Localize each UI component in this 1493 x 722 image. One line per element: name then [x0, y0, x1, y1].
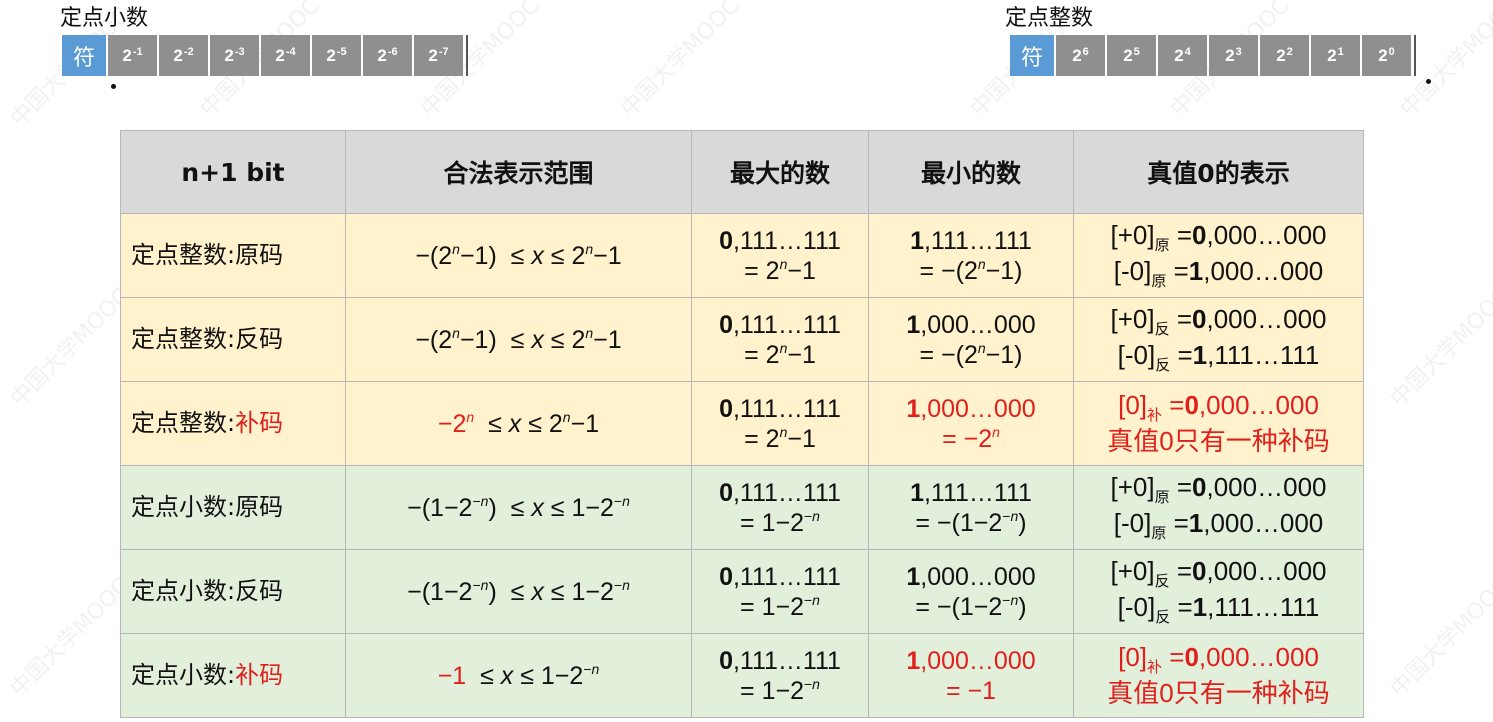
max-cell: 0,111…111 = 2n−1 [691, 297, 869, 382]
table-row: 定点小数:补码 −1 ≤ x ≤ 1−2−n 0,111…111 = 1−2−n … [120, 633, 1364, 718]
header-max: 最大的数 [691, 130, 869, 214]
bit-cell: 23 [1209, 35, 1258, 76]
row-label: 定点小数:原码 [120, 465, 346, 550]
max-cell: 0,111…111 = 2n−1 [691, 213, 869, 298]
zero-cell: [+0]原 =0,000…000 [-0]原 =1,000…000 [1073, 213, 1364, 298]
range-cell: −(1−2−n) ≤ x ≤ 1−2−n [345, 549, 692, 634]
fixed-fraction-bit-layout: 符 2 -1 2 -2 2 -3 2 -4 2 -5 2 -6 2 -7 [62, 35, 468, 76]
fixed-fraction-caption: 定点小数 [60, 6, 149, 31]
encoding-range-table: n+1 bit 合法表示范围 最大的数 最小的数 真值0的表示 定点整数:原码 … [120, 130, 1364, 718]
end-bar [1414, 35, 1416, 76]
radix-point [1426, 79, 1431, 84]
max-cell: 0,111…111 = 1−2−n [691, 549, 869, 634]
min-cell: 1,000…000 = −(1−2−n) [868, 549, 1074, 634]
bit-cell: 2 -3 [210, 35, 259, 76]
row-label: 定点整数:补码 [120, 381, 346, 466]
zero-cell: [+0]反 =0,000…000 [-0]反 =1,111…111 [1073, 297, 1364, 382]
bit-cell: 2 -6 [363, 35, 412, 76]
bit-cell: 2 -2 [159, 35, 208, 76]
table-row: 定点小数:反码 −(1−2−n) ≤ x ≤ 1−2−n 0,111…111 = … [120, 549, 1364, 634]
range-cell: −(2n−1) ≤ x ≤ 2n−1 [345, 213, 692, 298]
sign-bit-cell: 符 [1010, 35, 1054, 76]
header-min: 最小的数 [868, 130, 1074, 214]
bit-cell: 20 [1362, 35, 1411, 76]
range-cell: −(2n−1) ≤ x ≤ 2n−1 [345, 297, 692, 382]
zero-cell: [+0]反 =0,000…000 [-0]反 =1,111…111 [1073, 549, 1364, 634]
max-cell: 0,111…111 = 1−2−n [691, 465, 869, 550]
bit-cell: 2 -7 [414, 35, 463, 76]
fixed-integer-bit-layout: 符 26 25 24 23 22 21 20 [1010, 35, 1416, 76]
zero-cell: [0]补 =0,000…000 真值0只有一种补码 [1073, 633, 1364, 718]
row-label: 定点整数:反码 [120, 297, 346, 382]
table-row: 定点整数:反码 −(2n−1) ≤ x ≤ 2n−1 0,111…111 = 2n… [120, 297, 1364, 382]
bit-cell: 21 [1311, 35, 1360, 76]
row-label: 定点小数:补码 [120, 633, 346, 718]
header-range: 合法表示范围 [345, 130, 692, 214]
min-cell: 1,000…000 = −(2n−1) [868, 297, 1074, 382]
range-cell: −1 ≤ x ≤ 1−2−n [345, 633, 692, 718]
row-label: 定点整数:原码 [120, 213, 346, 298]
table-header-row: n+1 bit 合法表示范围 最大的数 最小的数 真值0的表示 [120, 130, 1364, 214]
row-label: 定点小数:反码 [120, 549, 346, 634]
table-row: 定点整数:补码 −2n ≤ x ≤ 2n−1 0,111…111 = 2n−1 1… [120, 381, 1364, 466]
bit-cell: 2 -5 [312, 35, 361, 76]
zero-cell: [0]补 =0,000…000 真值0只有一种补码 [1073, 381, 1364, 466]
header-bits: n+1 bit [120, 130, 346, 214]
range-cell: −2n ≤ x ≤ 2n−1 [345, 381, 692, 466]
table-row: 定点整数:原码 −(2n−1) ≤ x ≤ 2n−1 0,111…111 = 2n… [120, 213, 1364, 298]
radix-point [111, 84, 116, 89]
table-row: 定点小数:原码 −(1−2−n) ≤ x ≤ 1−2−n 0,111…111 = … [120, 465, 1364, 550]
zero-cell: [+0]原 =0,000…000 [-0]原 =1,000…000 [1073, 465, 1364, 550]
min-cell: 1,111…111 = −(2n−1) [868, 213, 1074, 298]
sign-bit-cell: 符 [62, 35, 106, 76]
max-cell: 0,111…111 = 2n−1 [691, 381, 869, 466]
bit-cell: 25 [1107, 35, 1156, 76]
min-cell: 1,111…111 = −(1−2−n) [868, 465, 1074, 550]
range-cell: −(1−2−n) ≤ x ≤ 1−2−n [345, 465, 692, 550]
bit-cell: 22 [1260, 35, 1309, 76]
bit-cell: 26 [1056, 35, 1105, 76]
bit-cell: 2 -1 [108, 35, 157, 76]
max-cell: 0,111…111 = 1−2−n [691, 633, 869, 718]
fixed-integer-caption: 定点整数 [1005, 6, 1094, 31]
bit-cell: 24 [1158, 35, 1207, 76]
header-zero: 真值0的表示 [1073, 130, 1364, 214]
end-bar [466, 35, 468, 76]
bit-cell: 2 -4 [261, 35, 310, 76]
min-cell: 1,000…000 = −1 [868, 633, 1074, 718]
min-cell: 1,000…000 = −2n [868, 381, 1074, 466]
